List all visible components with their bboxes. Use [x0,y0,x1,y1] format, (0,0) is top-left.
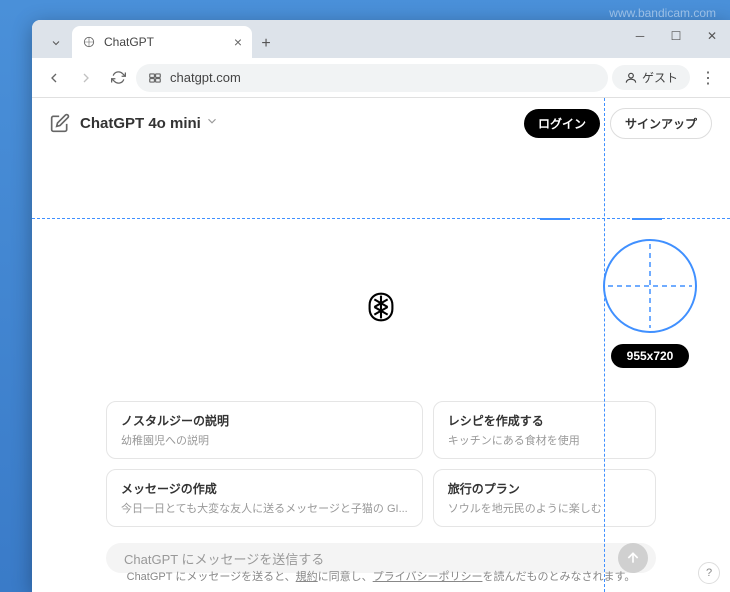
browser-window: ─ ☐ ✕ ChatGPT × + chatgpt.c [32,20,730,592]
suggestion-card[interactable]: ノスタルジーの説明 幼稚園児への説明 [106,401,423,459]
login-button[interactable]: ログイン [524,109,600,138]
card-title: メッセージの作成 [121,480,408,497]
browser-tab[interactable]: ChatGPT × [72,26,252,58]
url-text: chatgpt.com [170,70,241,85]
new-tab-button[interactable]: + [252,30,280,58]
nav-reload-button[interactable] [104,64,132,92]
card-title: レシピを作成する [448,412,641,429]
suggestion-card[interactable]: レシピを作成する キッチンにある食材を使用 [433,401,656,459]
card-title: ノスタルジーの説明 [121,412,408,429]
card-subtitle: 幼稚園児への説明 [121,432,408,448]
openai-logo-icon [362,288,400,326]
signup-button[interactable]: サインアップ [610,108,712,139]
nav-back-button[interactable] [40,64,68,92]
privacy-link[interactable]: プライバシーポリシー [373,571,483,583]
browser-menu-button[interactable]: ⋮ [694,64,722,92]
footer-disclaimer: ChatGPT にメッセージを送ると、規約に同意し、プライバシーポリシーを読んだ… [32,568,730,584]
model-name: ChatGPT 4o mini [80,115,201,132]
page-content: ChatGPT 4o mini ログイン サインアップ 955x720 [32,98,730,592]
tab-close-icon[interactable]: × [234,34,242,50]
compose-icon[interactable] [50,113,70,133]
app-header: ChatGPT 4o mini ログイン サインアップ [32,98,730,148]
help-button[interactable]: ? [698,562,720,584]
tab-search-icon[interactable] [40,28,72,58]
card-subtitle: キッチンにある食材を使用 [448,432,641,448]
card-subtitle: 今日一日とても大変な友人に送るメッセージと子猫の GI... [121,500,408,516]
address-field[interactable]: chatgpt.com [136,64,608,92]
guest-label: ゲスト [642,69,678,86]
site-settings-icon[interactable] [148,71,162,85]
nav-forward-button[interactable] [72,64,100,92]
tab-title: ChatGPT [104,35,154,49]
window-controls: ─ ☐ ✕ [622,20,730,52]
watermark: www.bandicam.com [609,6,716,20]
main-area: ノスタルジーの説明 幼稚園児への説明 レシピを作成する キッチンにある食材を使用… [32,148,730,530]
logo-wrap [362,288,400,331]
guest-profile-button[interactable]: ゲスト [612,65,690,90]
input-placeholder: ChatGPT にメッセージを送信する [124,549,618,568]
window-minimize[interactable]: ─ [622,20,658,52]
suggestion-card[interactable]: 旅行のプラン ソウルを地元民のように楽しむ [433,469,656,527]
suggestion-cards: ノスタルジーの説明 幼稚園児への説明 レシピを作成する キッチンにある食材を使用… [106,401,656,527]
model-selector[interactable]: ChatGPT 4o mini [80,114,219,132]
window-maximize[interactable]: ☐ [658,20,694,52]
chevron-down-icon [205,114,219,132]
card-title: 旅行のプラン [448,480,641,497]
suggestion-card[interactable]: メッセージの作成 今日一日とても大変な友人に送るメッセージと子猫の GI... [106,469,423,527]
address-bar: chatgpt.com ゲスト ⋮ [32,58,730,98]
tab-favicon [82,35,96,49]
terms-link[interactable]: 規約 [296,571,318,583]
card-subtitle: ソウルを地元民のように楽しむ [448,500,641,516]
window-close[interactable]: ✕ [694,20,730,52]
